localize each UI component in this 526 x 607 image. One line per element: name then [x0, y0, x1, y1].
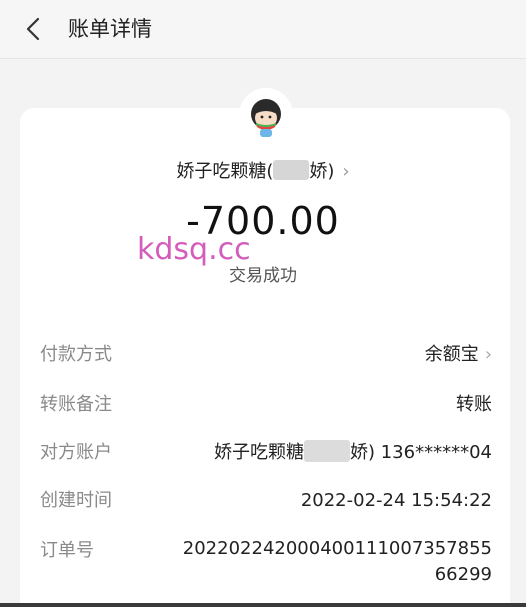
payment-method-text: 余额宝	[424, 344, 479, 365]
transaction-amount: -700.00	[186, 199, 340, 243]
created-time-row: 创建时间 2022-02-24 15:54:22	[40, 486, 492, 516]
order-number-label: 订单号	[40, 540, 94, 561]
order-number-row: 订单号 20220224200040011100735785566299	[40, 536, 492, 592]
transfer-note-row: 转账备注 转账	[40, 390, 492, 420]
payee-name-prefix: 娇子吃颗糖(	[176, 161, 274, 182]
transfer-note-value: 转账	[456, 394, 492, 415]
payee-avatar[interactable]	[239, 88, 293, 142]
counterparty-row: 对方账户 娇子吃颗糖 娇) 136******04	[40, 438, 492, 468]
chevron-left-icon	[26, 17, 40, 41]
avatar-image	[239, 88, 293, 142]
counterparty-value: 娇子吃颗糖 娇) 136******04	[214, 438, 492, 468]
redacted-name-block	[273, 160, 310, 180]
payment-method-label: 付款方式	[40, 344, 112, 365]
order-number-value[interactable]: 20220224200040011100735785566299	[182, 536, 492, 588]
page-title: 账单详情	[68, 17, 152, 41]
back-button[interactable]	[18, 14, 50, 44]
created-time-label: 创建时间	[40, 490, 112, 511]
payee-name-row[interactable]: 娇子吃颗糖( 娇) ›	[0, 158, 526, 186]
counterparty-name-prefix: 娇子吃颗糖	[213, 442, 304, 463]
transfer-note-label: 转账备注	[40, 394, 112, 415]
chevron-right-icon: ›	[484, 344, 492, 365]
payee-name-suffix: 娇)	[309, 161, 335, 182]
counterparty-label: 对方账户	[40, 442, 112, 463]
redacted-name-block	[303, 440, 350, 462]
top-navigation-bar: 账单详情	[0, 0, 526, 59]
payment-method-value: 余额宝 ›	[425, 340, 492, 370]
payment-method-row[interactable]: 付款方式 余额宝 ›	[40, 340, 492, 370]
counterparty-account: 娇) 136******04	[349, 442, 492, 463]
chevron-right-icon: ›	[342, 161, 350, 182]
bottom-edge-divider	[0, 603, 526, 607]
created-time-value: 2022-02-24 15:54:22	[300, 490, 492, 511]
transaction-status: 交易成功	[229, 266, 297, 286]
